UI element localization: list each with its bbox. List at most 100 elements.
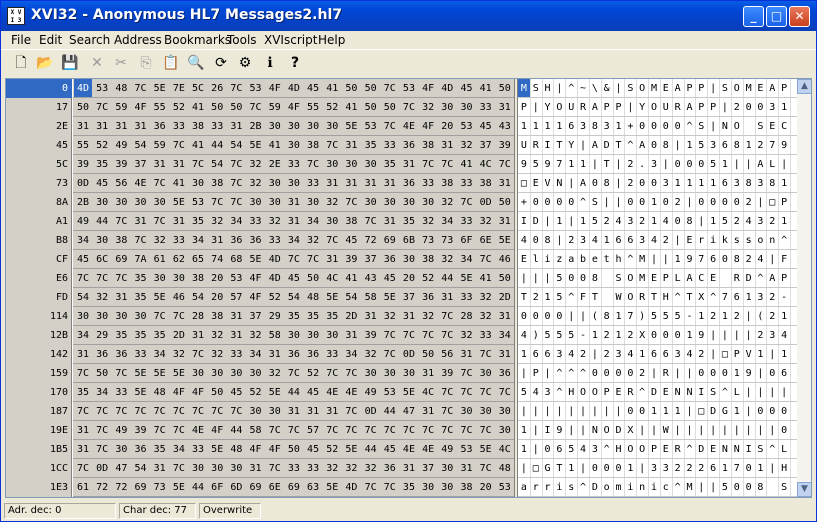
ascii-char[interactable]: 1 — [778, 307, 790, 326]
hex-byte[interactable]: 54 — [132, 459, 150, 478]
hex-byte[interactable]: 28 — [189, 307, 207, 326]
ascii-char[interactable]: 2 — [766, 212, 778, 231]
ascii-char[interactable]: I — [743, 440, 755, 459]
ascii-char[interactable]: 7 — [553, 155, 565, 174]
ascii-char[interactable]: | — [672, 364, 684, 383]
hex-byte[interactable]: 5E — [151, 288, 169, 307]
ascii-char[interactable]: 0 — [565, 269, 577, 288]
ascii-char[interactable]: s — [743, 231, 755, 250]
ascii-char[interactable]: 1 — [743, 136, 755, 155]
ascii-char[interactable]: 0 — [719, 364, 731, 383]
hex-byte[interactable]: 41 — [342, 98, 360, 117]
ascii-char[interactable]: 4 — [624, 345, 636, 364]
ascii-char[interactable]: S — [613, 269, 625, 288]
ascii-char[interactable]: | — [766, 250, 778, 269]
hex-byte[interactable]: 52 — [323, 440, 341, 459]
hex-byte[interactable]: 31 — [400, 155, 418, 174]
ascii-char[interactable]: - — [778, 288, 790, 307]
ascii-char[interactable]: 1 — [672, 250, 684, 269]
ascii-char[interactable]: | — [672, 231, 684, 250]
ascii-char[interactable]: 4 — [755, 250, 767, 269]
new-file-icon[interactable]: 🗋 — [11, 53, 31, 73]
ascii-char[interactable]: L — [766, 155, 778, 174]
ascii-char[interactable]: ~ — [577, 79, 589, 98]
ascii-char[interactable]: ( — [755, 307, 767, 326]
hex-byte[interactable]: 32 — [247, 174, 265, 193]
ascii-char[interactable]: 1 — [589, 326, 601, 345]
ascii-char[interactable]: S — [755, 117, 767, 136]
ascii-char[interactable]: V — [542, 174, 554, 193]
hex-byte[interactable]: 73 — [151, 478, 169, 497]
ascii-char[interactable]: 6 — [707, 459, 719, 478]
hex-byte[interactable]: 30 — [285, 326, 303, 345]
ascii-char[interactable]: 1 — [613, 117, 625, 136]
hex-byte[interactable]: 49 — [362, 383, 380, 402]
hex-byte[interactable]: 52 — [170, 98, 188, 117]
ascii-char[interactable]: 7 — [719, 288, 731, 307]
menu-xviscript[interactable]: XVIscript — [264, 33, 317, 47]
hex-byte[interactable]: 31 — [400, 459, 418, 478]
ascii-char[interactable]: 0 — [672, 212, 684, 231]
ascii-char[interactable]: | — [684, 364, 696, 383]
ascii-char[interactable]: | — [624, 98, 636, 117]
hex-byte[interactable]: 33 — [457, 212, 475, 231]
hex-byte[interactable]: 7C — [247, 98, 265, 117]
ascii-char[interactable]: 6 — [530, 345, 542, 364]
hex-byte[interactable]: 31 — [362, 174, 380, 193]
ascii-char[interactable]: i — [648, 478, 660, 497]
hex-byte[interactable]: 32 — [457, 326, 475, 345]
ascii-char[interactable]: 4 — [589, 231, 601, 250]
ascii-char[interactable]: | — [766, 421, 778, 440]
ascii-char[interactable]: 0 — [518, 307, 530, 326]
hex-byte[interactable]: 6F — [457, 231, 475, 250]
ascii-char[interactable]: R — [672, 440, 684, 459]
ascii-char[interactable]: I — [542, 136, 554, 155]
hex-byte[interactable]: 38 — [438, 174, 456, 193]
hex-byte[interactable]: 39 — [74, 155, 92, 174]
hex-byte[interactable]: 37 — [400, 288, 418, 307]
ascii-char[interactable]: 4 — [743, 212, 755, 231]
hex-byte[interactable]: 7C — [381, 345, 399, 364]
hex-byte[interactable]: 20 — [477, 478, 495, 497]
ascii-char[interactable]: | — [648, 421, 660, 440]
hex-byte[interactable]: 7C — [323, 421, 341, 440]
ascii-char[interactable]: M — [518, 79, 530, 98]
hex-byte[interactable]: 7C — [400, 421, 418, 440]
ascii-char[interactable]: 3 — [624, 212, 636, 231]
ascii-char[interactable]: 3 — [755, 212, 767, 231]
ascii-char[interactable]: 4 — [660, 212, 672, 231]
ascii-char[interactable]: 2 — [755, 136, 767, 155]
hex-byte[interactable]: 54 — [227, 136, 245, 155]
hex-byte[interactable]: 4F — [247, 269, 265, 288]
ascii-char[interactable]: ^ — [553, 364, 565, 383]
address-label[interactable]: FD — [6, 288, 68, 307]
hex-byte[interactable]: 38 — [208, 307, 226, 326]
hex-byte[interactable]: 31 — [189, 326, 207, 345]
ascii-char[interactable]: R — [530, 136, 542, 155]
hex-byte[interactable]: 5E — [170, 193, 188, 212]
ascii-char[interactable]: 7 — [624, 307, 636, 326]
hex-byte[interactable]: 31 — [496, 98, 514, 117]
ascii-char[interactable]: 0 — [542, 307, 554, 326]
paste-icon[interactable]: 📋 — [161, 53, 181, 73]
ascii-char[interactable]: 8 — [601, 174, 613, 193]
ascii-char[interactable]: P — [530, 364, 542, 383]
ascii-char[interactable]: 1 — [719, 459, 731, 478]
hex-byte[interactable]: 7C — [457, 383, 475, 402]
hex-byte[interactable]: 36 — [496, 364, 514, 383]
ascii-char[interactable]: O — [636, 440, 648, 459]
hex-byte[interactable]: 46 — [170, 288, 188, 307]
hex-byte[interactable]: 44 — [208, 136, 226, 155]
hex-byte[interactable]: 34 — [74, 231, 92, 250]
ascii-char[interactable]: - — [684, 307, 696, 326]
ascii-char[interactable]: 9 — [778, 136, 790, 155]
ascii-char[interactable]: 0 — [672, 326, 684, 345]
ascii-char[interactable]: 3 — [601, 117, 613, 136]
hex-byte[interactable]: 54 — [74, 288, 92, 307]
hex-row[interactable]: 7C 7C 7C 7C 7C 7C 7C 7C 7C 30 30 31 31 31 7C 0D 44 47 31 7C… — [73, 402, 514, 421]
hex-byte[interactable]: 41 — [457, 155, 475, 174]
hex-byte[interactable]: 30 — [342, 155, 360, 174]
ascii-char[interactable]: 0 — [660, 193, 672, 212]
hex-byte[interactable]: 7C — [151, 212, 169, 231]
hex-byte[interactable]: 50 — [362, 79, 380, 98]
